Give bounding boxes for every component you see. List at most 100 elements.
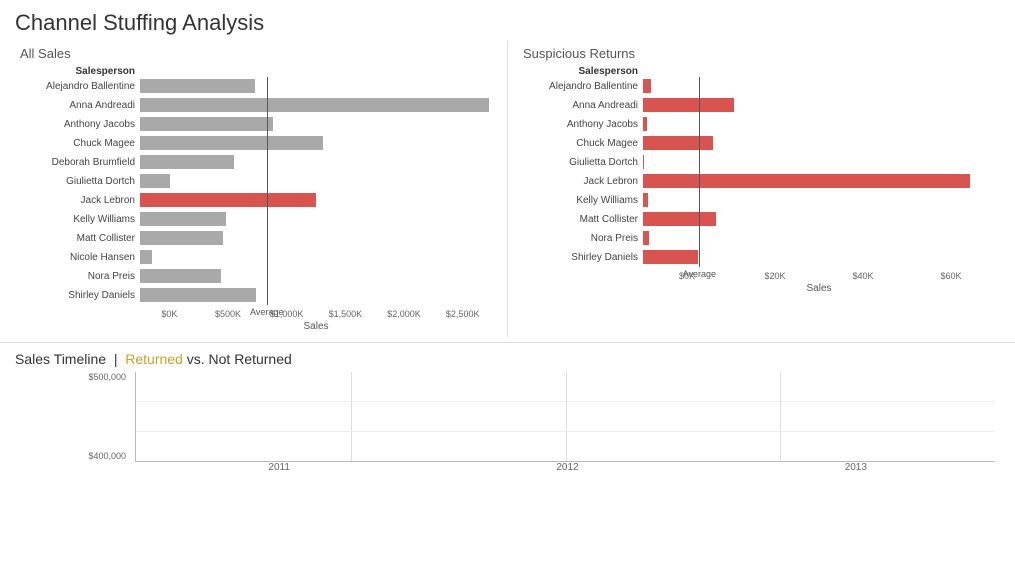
timeline-y-label-top: $500,000 — [71, 372, 126, 382]
bar-row: Chuck Magee — [523, 134, 995, 152]
avg-line — [267, 77, 268, 305]
bar-fill — [140, 117, 273, 131]
bar-area — [140, 174, 492, 188]
bar-fill — [140, 212, 226, 226]
x-axis-tick: $2,000K — [375, 309, 434, 319]
timeline-grid-line — [566, 372, 567, 461]
x-axis-tick: $40K — [819, 271, 907, 281]
bar-label: Kelly Williams — [523, 195, 643, 206]
bar-label: Nora Preis — [20, 271, 140, 282]
all-sales-col-header: Salesperson — [20, 66, 140, 77]
bar-fill — [643, 117, 647, 131]
bar-area — [140, 98, 492, 112]
bar-fill — [643, 231, 649, 245]
bar-area — [643, 250, 995, 264]
bar-row: Matt Collister — [523, 210, 995, 228]
bar-label: Anna Andreadi — [523, 100, 643, 111]
bar-row: Anthony Jacobs — [20, 115, 492, 133]
x-axis-tick: $500K — [199, 309, 258, 319]
bar-area — [140, 288, 492, 302]
bar-row: Nora Preis — [20, 267, 492, 285]
charts-row: All Sales Salesperson Alejandro Ballenti… — [0, 41, 1015, 337]
bar-fill — [140, 174, 170, 188]
x-axis-tick: $20K — [731, 271, 819, 281]
x-axis-tick: $1,000K — [257, 309, 316, 319]
timeline-h-grid-line — [136, 401, 995, 402]
bar-fill — [140, 193, 316, 207]
x-axis-tick: $0K — [140, 309, 199, 319]
all-sales-x-axis: $0K$500K$1,000K$1,500K$2,000K$2,500K — [140, 309, 492, 319]
bar-row: Jack Lebron — [523, 172, 995, 190]
bar-area — [643, 174, 995, 188]
bar-area — [643, 98, 995, 112]
bar-area — [140, 79, 492, 93]
bar-area — [140, 212, 492, 226]
bar-area — [643, 193, 995, 207]
suspicious-returns-chart: Salesperson Alejandro Ballentine Anna And… — [523, 66, 995, 294]
bar-area — [140, 155, 492, 169]
timeline-x-label: 2011 — [135, 462, 423, 473]
bar-fill — [140, 250, 152, 264]
bar-label: Shirley Daniels — [523, 252, 643, 263]
bar-label: Matt Collister — [523, 214, 643, 225]
bar-fill — [643, 212, 716, 226]
timeline-section: Sales Timeline | Returned vs. Not Return… — [0, 342, 1015, 478]
bar-fill — [140, 269, 221, 283]
bar-label: Nicole Hansen — [20, 252, 140, 263]
bar-area — [140, 193, 492, 207]
bar-label: Kelly Williams — [20, 214, 140, 225]
suspicious-rows: Alejandro BallentineAnna AndreadiAnthony… — [523, 77, 995, 267]
bar-fill — [140, 98, 489, 112]
bar-label: Chuck Magee — [20, 138, 140, 149]
timeline-grid-line — [780, 372, 781, 461]
bar-fill — [643, 79, 651, 93]
bar-row: Nicole Hansen — [20, 248, 492, 266]
bar-row: Anna Andreadi — [20, 96, 492, 114]
bar-row: Shirley Daniels — [20, 286, 492, 304]
bar-area — [140, 136, 492, 150]
suspicious-header: Salesperson — [523, 66, 995, 77]
bar-label: Nora Preis — [523, 233, 643, 244]
bar-area — [643, 231, 995, 245]
all-sales-rows: Alejandro Ballentine Anna AndreadiAnthony… — [20, 77, 492, 305]
bar-label: Jack Lebron — [523, 176, 643, 187]
bar-row: Jack Lebron — [20, 191, 492, 209]
x-axis-tick: $60K — [907, 271, 995, 281]
timeline-y-labels: $500,000 $400,000 — [71, 372, 126, 461]
bar-row: Kelly Williams — [20, 210, 492, 228]
suspicious-returns-section: Suspicious Returns Salesperson Alejandro… — [513, 41, 1005, 337]
bar-label: Giulietta Dortch — [523, 157, 643, 168]
bar-fill — [140, 155, 234, 169]
bar-row: Kelly Williams — [523, 191, 995, 209]
all-sales-header: Salesperson — [20, 66, 492, 77]
returned-label: Returned — [125, 351, 183, 367]
bar-row: Giulietta Dortch — [523, 153, 995, 171]
suspicious-axis-label: Sales — [643, 283, 995, 294]
bar-row: Giulietta Dortch — [20, 172, 492, 190]
bar-area — [643, 117, 995, 131]
bar-row: Anna Andreadi — [523, 96, 995, 114]
bar-label: Matt Collister — [20, 233, 140, 244]
bar-area — [643, 136, 995, 150]
bar-area — [140, 231, 492, 245]
bar-area — [140, 117, 492, 131]
all-sales-section: All Sales Salesperson Alejandro Ballenti… — [10, 41, 502, 337]
bar-fill — [643, 174, 970, 188]
x-axis-tick: $1,500K — [316, 309, 375, 319]
bar-label: Giulietta Dortch — [20, 176, 140, 187]
bar-label: Alejandro Ballentine — [20, 81, 140, 92]
bar-row: Matt Collister — [20, 229, 492, 247]
timeline-label: Sales Timeline — [15, 351, 106, 367]
x-axis-tick: $2,500K — [433, 309, 492, 319]
timeline-x-label: 2013 — [712, 462, 1000, 473]
bar-label: Jack Lebron — [20, 195, 140, 206]
timeline-x-labels: 201120122013 — [135, 462, 1000, 473]
bar-row: Deborah Brumfield — [20, 153, 492, 171]
bar-fill — [643, 136, 713, 150]
suspicious-returns-subtitle: Suspicious Returns — [523, 46, 995, 61]
chart-divider — [507, 41, 508, 337]
bar-row: Alejandro Ballentine — [523, 77, 995, 95]
bar-area — [140, 269, 492, 283]
bar-fill — [140, 136, 323, 150]
bar-row: Alejandro Ballentine — [20, 77, 492, 95]
